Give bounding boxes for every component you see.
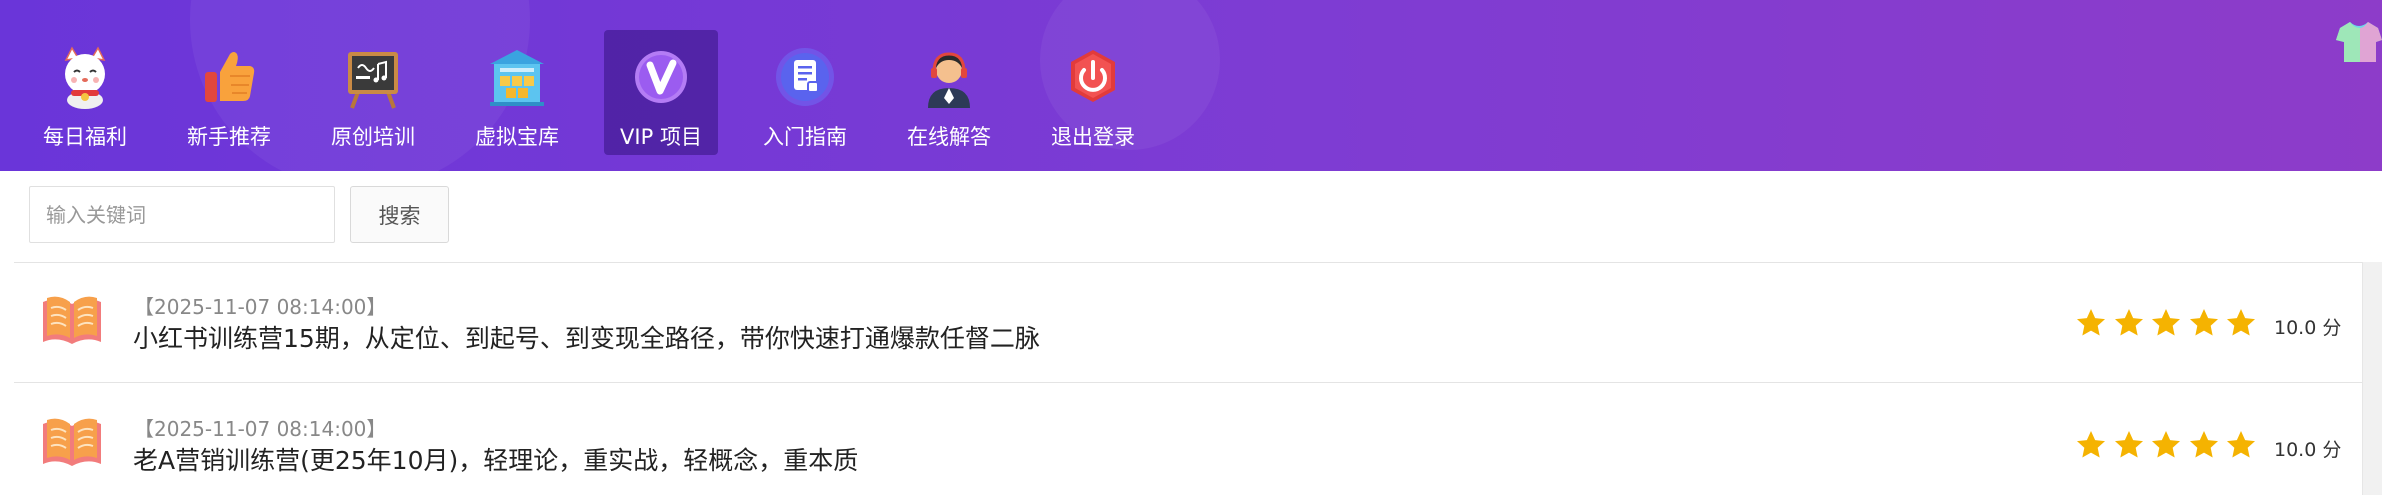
list-item-score: 10.0 分 bbox=[2274, 439, 2342, 461]
nav-label: 入门指南 bbox=[763, 125, 847, 149]
star-icon bbox=[2114, 309, 2143, 336]
star-icon bbox=[2189, 309, 2218, 336]
list-item-title[interactable]: 小红书训练营15期，从定位、到起号、到变现全路径，带你快速打通爆款任督二脉 bbox=[133, 319, 1040, 355]
nav-label: 在线解答 bbox=[907, 125, 991, 149]
nav-label: 新手推荐 bbox=[187, 125, 271, 149]
open-book-icon bbox=[43, 296, 101, 344]
search-button[interactable]: 搜索 bbox=[350, 186, 449, 243]
nav-item-daily-benefits[interactable]: 每日福利 bbox=[28, 30, 142, 155]
list-scrollbar[interactable] bbox=[2362, 262, 2382, 495]
nav-item-getting-started[interactable]: 入门指南 bbox=[748, 30, 862, 155]
list-item-date: 【2025-11-07 08:14:00】 bbox=[134, 295, 387, 319]
list-item[interactable]: 【2025-11-07 08:14:00】 小红书训练营15期，从定位、到起号、… bbox=[14, 263, 2362, 383]
nav-item-logout[interactable]: 退出登录 bbox=[1036, 30, 1150, 155]
treasure-vault-icon bbox=[490, 50, 544, 106]
nav-item-original-training[interactable]: 原创培训 bbox=[316, 30, 430, 155]
power-off-icon bbox=[1071, 50, 1115, 102]
star-icon bbox=[2189, 431, 2218, 458]
rating-stars bbox=[2075, 429, 2263, 461]
nav-label: 原创培训 bbox=[331, 125, 415, 149]
nav-item-vip-projects[interactable]: VIP 项目 bbox=[604, 30, 718, 155]
nav-label: 退出登录 bbox=[1051, 125, 1135, 149]
nav-label: VIP 项目 bbox=[620, 125, 702, 149]
star-icon bbox=[2227, 431, 2255, 458]
list-item-title[interactable]: 老A营销训练营(更25年10月)，轻理论，重实战，轻概念，重本质 bbox=[133, 441, 858, 477]
list-item[interactable]: 【2025-11-07 08:14:00】 老A营销训练营(更25年10月)，轻… bbox=[14, 385, 2362, 495]
star-icon bbox=[2077, 309, 2105, 336]
rating-stars bbox=[2075, 307, 2263, 339]
nav-label: 每日福利 bbox=[43, 125, 127, 149]
vip-badge-icon bbox=[635, 51, 687, 103]
nav-item-beginner-picks[interactable]: 新手推荐 bbox=[172, 30, 286, 155]
list-item-score: 10.0 分 bbox=[2274, 317, 2342, 339]
nav-item-virtual-vault[interactable]: 虚拟宝库 bbox=[460, 30, 574, 155]
list-divider bbox=[14, 382, 2362, 383]
star-icon bbox=[2077, 431, 2105, 458]
nav-label: 虚拟宝库 bbox=[475, 125, 559, 149]
star-icon bbox=[2152, 431, 2180, 458]
document-guide-icon bbox=[776, 48, 834, 106]
list-item-date: 【2025-11-07 08:14:00】 bbox=[134, 417, 387, 441]
lucky-cat-icon bbox=[64, 46, 106, 109]
support-agent-icon bbox=[928, 52, 970, 108]
main-nav: 每日福利 新手推荐 原创培训 虚拟宝库 VIP 项目 入门指南 在线解答 退出登… bbox=[28, 30, 1180, 155]
nav-item-online-support[interactable]: 在线解答 bbox=[892, 30, 1006, 155]
t-shirt-skin-icon[interactable] bbox=[2336, 18, 2382, 62]
thumbs-up-icon bbox=[205, 52, 255, 102]
top-header: 每日福利 新手推荐 原创培训 虚拟宝库 VIP 项目 入门指南 在线解答 退出登… bbox=[0, 0, 2382, 171]
open-book-icon bbox=[43, 418, 101, 466]
search-input[interactable] bbox=[29, 186, 335, 243]
chalkboard-icon bbox=[348, 52, 398, 109]
star-icon bbox=[2114, 431, 2143, 458]
star-icon bbox=[2227, 309, 2255, 336]
star-icon bbox=[2152, 309, 2180, 336]
